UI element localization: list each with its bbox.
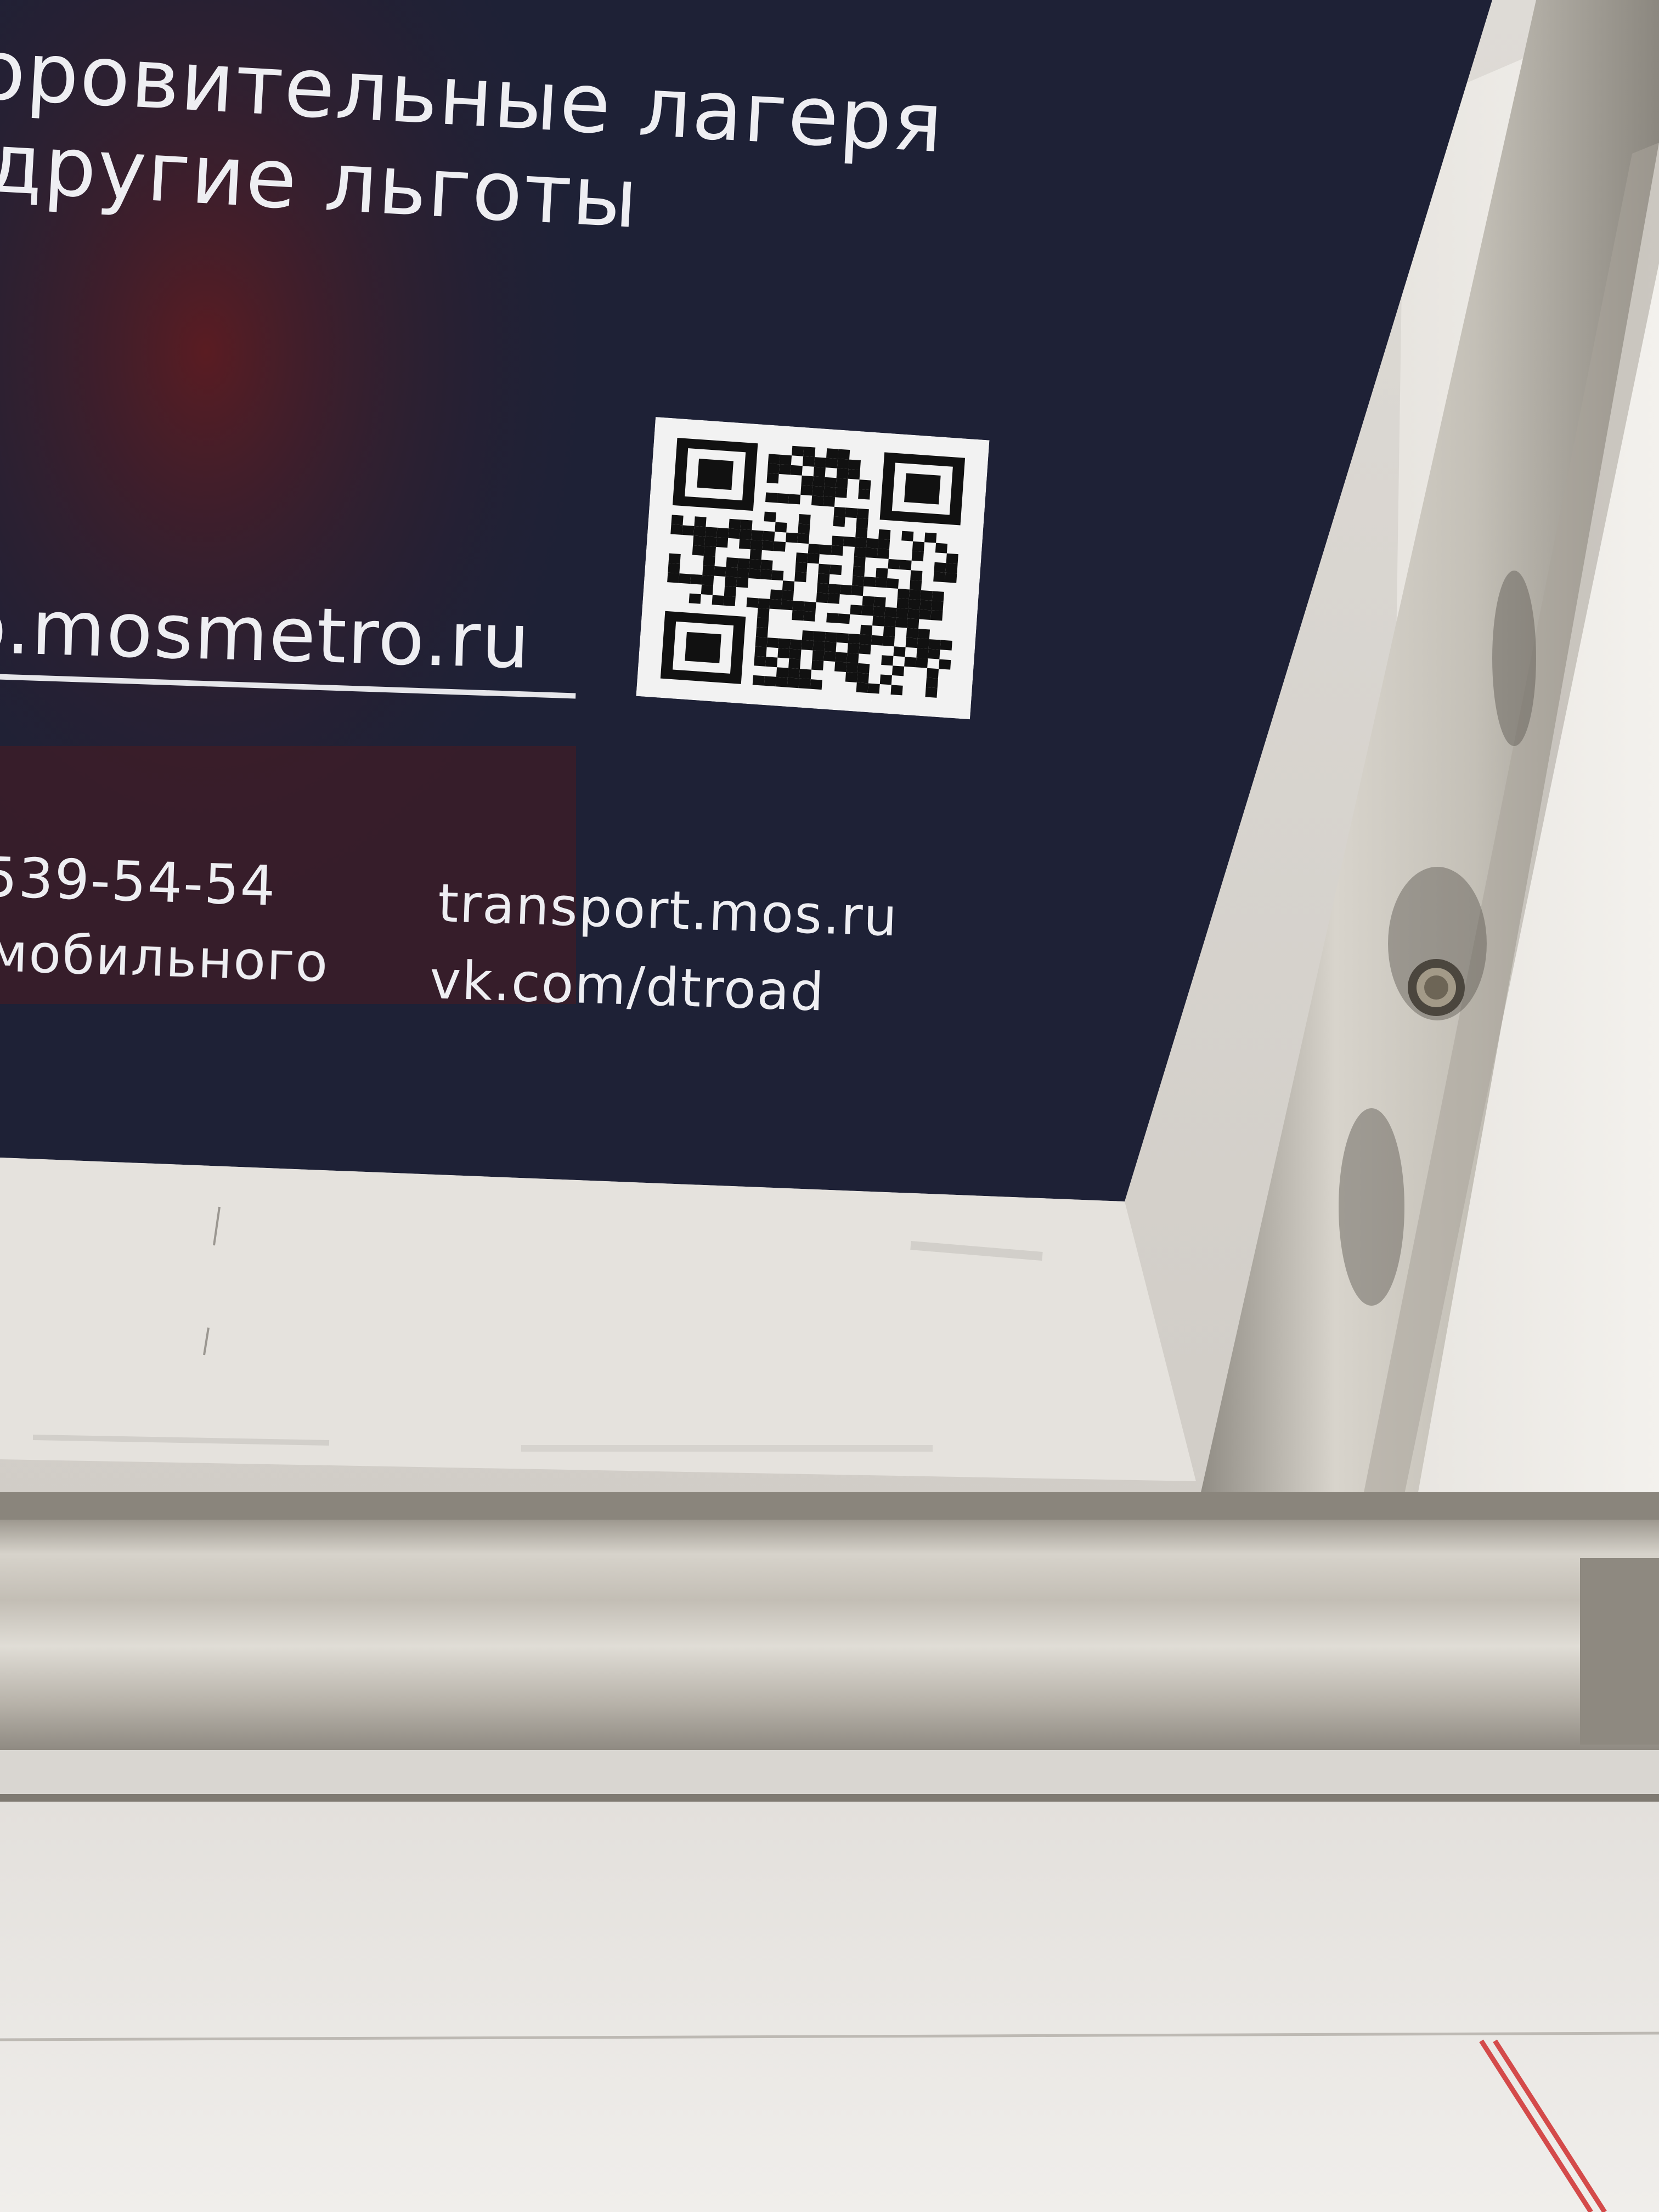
metro-car-ceiling-photo <box>0 0 1659 2212</box>
qr-code-icon <box>636 417 990 720</box>
lower-ceiling-panel <box>0 1802 1659 2212</box>
poster-phone-note: мобильного <box>0 922 330 994</box>
poster-margin <box>0 1158 1196 1481</box>
poster-website-link: o.mosmetro.ru <box>0 582 532 686</box>
poster-link-vk: vk.com/dtroad <box>428 949 826 1023</box>
screw-icon <box>1408 959 1465 1016</box>
poster-phone-number: 539-54-54 <box>0 845 278 918</box>
horizontal-metal-frame <box>0 1520 1659 1750</box>
